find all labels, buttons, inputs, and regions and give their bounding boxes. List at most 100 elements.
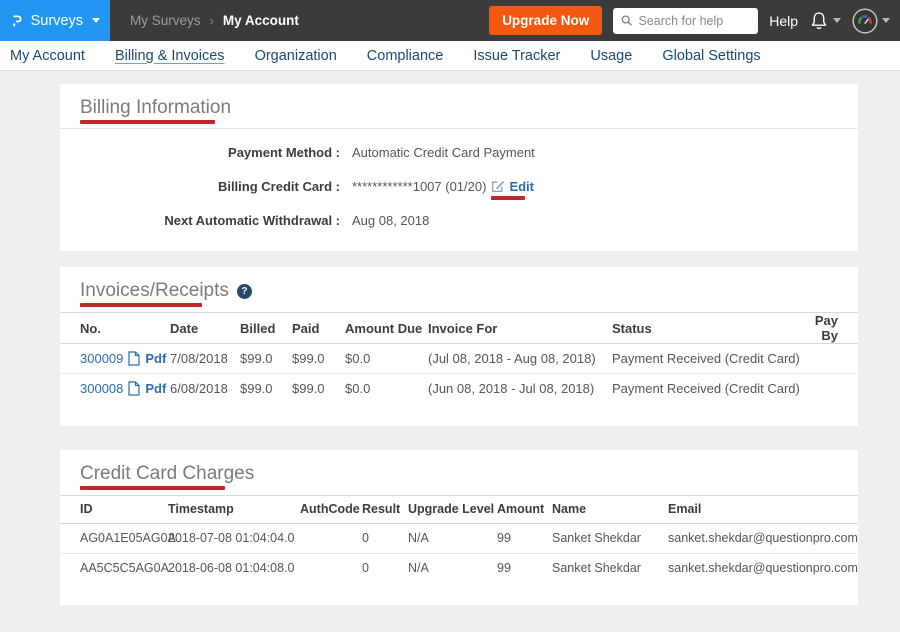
search-input[interactable]	[638, 14, 750, 28]
invoice-amount-due: $0.0	[345, 374, 428, 404]
invoices-receipts-card: Invoices/Receipts? No. Date Billed Paid …	[60, 267, 858, 426]
column-header: Upgrade Level	[408, 495, 497, 523]
column-header: Result	[362, 495, 408, 523]
charge-amount: 99	[497, 523, 552, 553]
charge-row: AA5C5C5AG0A 2018-06-08 01:04:08.0 0 N/A …	[60, 553, 858, 583]
tab-usage[interactable]: Usage	[590, 48, 632, 64]
column-header: AuthCode	[300, 495, 362, 523]
tab-billing-invoices[interactable]: Billing & Invoices	[115, 48, 225, 64]
chevron-down-icon	[882, 18, 890, 23]
invoice-for: (Jun 08, 2018 - Jul 08, 2018)	[428, 374, 612, 404]
charge-row: AG0A1E05AG0A 2018-07-08 01:04:04.0 0 N/A…	[60, 523, 858, 553]
invoice-paid: $99.0	[292, 374, 345, 404]
product-switcher[interactable]: Surveys	[0, 0, 110, 41]
charge-email: sanket.shekdar@questionpro.com	[668, 553, 858, 583]
tab-organization[interactable]: Organization	[255, 48, 337, 64]
field-value: ************1007 (01/20) Edit	[352, 179, 534, 194]
card-number-masked: ************1007 (01/20)	[352, 179, 486, 194]
chevron-down-icon	[92, 18, 100, 23]
upgrade-now-button[interactable]: Upgrade Now	[489, 6, 602, 35]
invoice-pay-by	[796, 374, 858, 404]
tab-my-account[interactable]: My Account	[10, 48, 85, 64]
column-header: Name	[552, 495, 668, 523]
pdf-file-icon	[128, 351, 140, 366]
charge-timestamp: 2018-06-08 01:04:08.0	[168, 553, 300, 583]
invoice-row: 300008 Pdf 6/08/2018 $99.0 $99.0 $0.0 (J…	[60, 374, 858, 404]
invoices-header: Invoices/Receipts?	[60, 267, 858, 312]
next-withdrawal-row: Next Automatic Withdrawal : Aug 08, 2018	[60, 203, 858, 237]
billing-fields: Payment Method : Automatic Credit Card P…	[60, 129, 858, 251]
charge-upgrade-level: N/A	[408, 523, 497, 553]
invoice-row: 300009 Pdf 7/08/2018 $99.0 $99.0 $0.0 (J…	[60, 344, 858, 374]
edit-label: Edit	[509, 179, 534, 194]
invoice-status: Payment Received (Credit Card)	[612, 344, 796, 374]
search-icon	[621, 14, 632, 27]
charges-table: ID Timestamp AuthCode Result Upgrade Lev…	[60, 495, 858, 584]
invoice-paid: $99.0	[292, 344, 345, 374]
charge-name: Sanket Shekdar	[552, 553, 668, 583]
bell-icon	[809, 10, 829, 32]
invoice-status: Payment Received (Credit Card)	[612, 374, 796, 404]
avatar	[852, 8, 878, 34]
charge-amount: 99	[497, 553, 552, 583]
tab-global-settings[interactable]: Global Settings	[662, 48, 760, 64]
breadcrumb: My Surveys › My Account	[130, 13, 299, 28]
payment-method-row: Payment Method : Automatic Credit Card P…	[60, 135, 858, 169]
billing-page: Billing Information Payment Method : Aut…	[0, 71, 900, 605]
column-header: Status	[612, 313, 796, 344]
invoice-number-link[interactable]: 300008	[80, 381, 123, 396]
questionpro-logo-icon	[12, 6, 22, 35]
field-label: Next Automatic Withdrawal :	[60, 213, 340, 228]
invoice-number-link[interactable]: 300009	[80, 351, 123, 366]
charge-id: AG0A1E05AG0A	[60, 523, 168, 553]
column-header: Pay By	[796, 313, 858, 344]
edit-card-link[interactable]: Edit	[491, 179, 534, 194]
charges-header: Credit Card Charges	[60, 450, 858, 495]
notifications-button[interactable]	[809, 10, 841, 32]
charge-id: AA5C5C5AG0A	[60, 553, 168, 583]
section-title: Credit Card Charges	[80, 463, 254, 485]
account-menu-button[interactable]	[852, 8, 890, 34]
pdf-file-icon	[128, 381, 140, 396]
table-header-row: No. Date Billed Paid Amount Due Invoice …	[60, 313, 858, 344]
help-search[interactable]	[613, 8, 758, 34]
charge-timestamp: 2018-07-08 01:04:04.0	[168, 523, 300, 553]
field-value: Automatic Credit Card Payment	[352, 145, 535, 160]
tab-issue-tracker[interactable]: Issue Tracker	[473, 48, 560, 64]
tab-compliance[interactable]: Compliance	[367, 48, 444, 64]
account-nav: My Account Billing & Invoices Organizati…	[0, 41, 900, 71]
column-header: Paid	[292, 313, 345, 344]
invoice-pay-by	[796, 344, 858, 374]
invoices-table: No. Date Billed Paid Amount Due Invoice …	[60, 312, 858, 404]
section-title: Billing Information	[80, 97, 231, 119]
column-header: Timestamp	[168, 495, 300, 523]
column-header: Invoice For	[428, 313, 612, 344]
invoice-date: 7/08/2018	[170, 344, 240, 374]
charge-email: sanket.shekdar@questionpro.com	[668, 523, 858, 553]
invoice-billed: $99.0	[240, 344, 292, 374]
credit-card-charges-card: Credit Card Charges ID Timestamp AuthCod…	[60, 450, 858, 606]
billing-information-header: Billing Information	[60, 84, 858, 129]
invoice-date: 6/08/2018	[170, 374, 240, 404]
help-circle-icon[interactable]: ?	[237, 284, 252, 299]
topbar-actions: Upgrade Now Help	[489, 6, 900, 35]
edit-icon	[491, 179, 505, 193]
field-label: Payment Method :	[60, 145, 340, 160]
charge-result: 0	[362, 553, 408, 583]
help-link[interactable]: Help	[769, 13, 798, 29]
pdf-link[interactable]: Pdf	[145, 351, 166, 366]
charge-name: Sanket Shekdar	[552, 523, 668, 553]
breadcrumb-parent[interactable]: My Surveys	[130, 13, 201, 28]
pdf-link[interactable]: Pdf	[145, 381, 166, 396]
charge-upgrade-level: N/A	[408, 553, 497, 583]
billing-information-card: Billing Information Payment Method : Aut…	[60, 84, 858, 251]
column-header: Amount Due	[345, 313, 428, 344]
column-header: Email	[668, 495, 858, 523]
column-header: Amount	[497, 495, 552, 523]
breadcrumb-separator: ›	[210, 13, 214, 28]
invoice-amount-due: $0.0	[345, 344, 428, 374]
table-header-row: ID Timestamp AuthCode Result Upgrade Lev…	[60, 495, 858, 523]
section-title: Invoices/Receipts	[80, 280, 229, 302]
red-underline-annotation	[80, 120, 215, 124]
field-value: Aug 08, 2018	[352, 213, 429, 228]
